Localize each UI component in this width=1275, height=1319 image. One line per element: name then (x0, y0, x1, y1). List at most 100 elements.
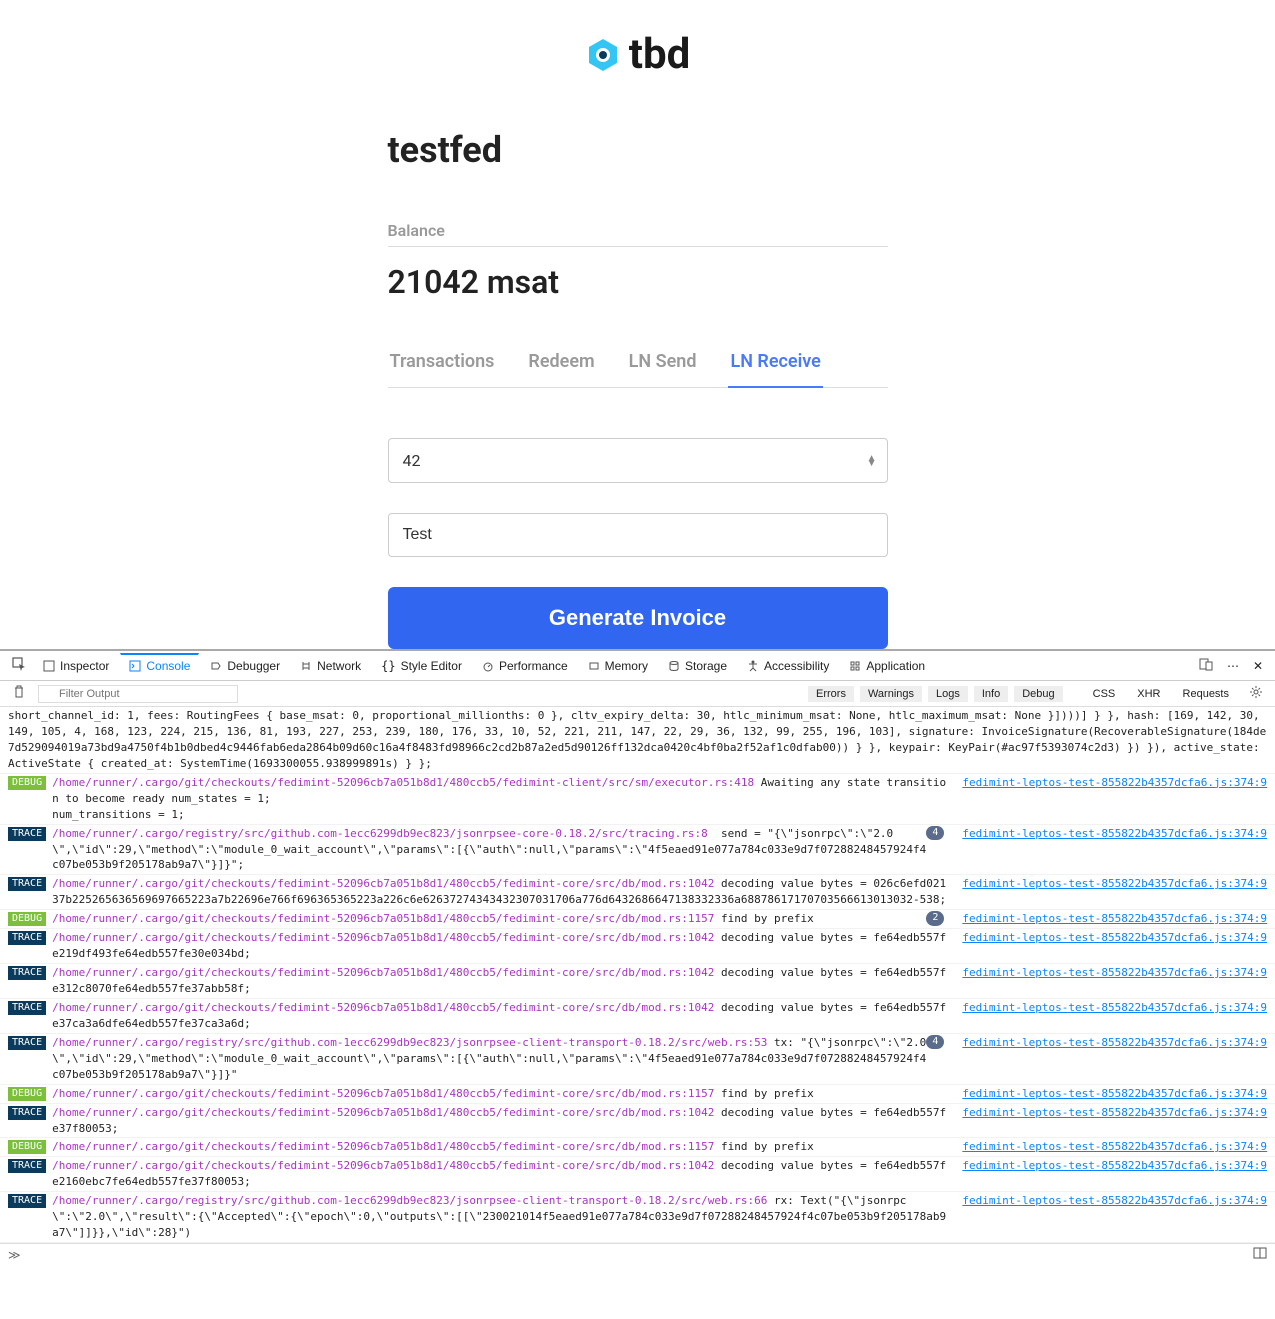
log-text: /home/runner/.cargo/git/checkouts/fedimi… (52, 1105, 952, 1137)
source-link[interactable]: fedimint-leptos-test-855822b4357dcfa6.js… (962, 1158, 1267, 1174)
console-message: TRACE/home/runner/.cargo/git/checkouts/f… (0, 999, 1275, 1034)
log-text: /home/runner/.cargo/git/checkouts/fedimi… (52, 876, 952, 908)
source-link[interactable]: fedimint-leptos-test-855822b4357dcfa6.js… (962, 876, 1267, 892)
source-link[interactable]: fedimint-leptos-test-855822b4357dcfa6.js… (962, 1105, 1267, 1121)
description-input[interactable] (388, 513, 888, 557)
number-spinner-icon[interactable]: ▲▼ (867, 456, 877, 466)
log-text: /home/runner/.cargo/git/checkouts/fedimi… (52, 965, 952, 997)
source-link[interactable]: fedimint-leptos-test-855822b4357dcfa6.js… (962, 1000, 1267, 1016)
console-drawer-toggle-icon[interactable]: ≫ (8, 1248, 21, 1262)
split-console-icon[interactable] (1253, 1246, 1267, 1263)
balance-label: Balance (388, 221, 888, 240)
log-text: /home/runner/.cargo/git/checkouts/fedimi… (52, 911, 814, 927)
filter-xhr[interactable]: XHR (1129, 686, 1168, 702)
balance-value: 21042 msat (388, 263, 888, 301)
devtools-toolbar: Inspector Console Debugger Network {} St… (0, 651, 1275, 681)
pick-element-icon[interactable] (6, 653, 32, 678)
filter-debug[interactable]: Debug (1014, 686, 1062, 702)
devtools-footer: ≫ (0, 1243, 1275, 1265)
log-text: /home/runner/.cargo/registry/src/github.… (52, 826, 926, 874)
log-text: /home/runner/.cargo/registry/src/github.… (52, 1035, 926, 1083)
tab-redeem[interactable]: Redeem (526, 351, 596, 388)
app-logo: tbd (0, 30, 1275, 79)
divider (388, 246, 888, 247)
generate-invoice-button[interactable]: Generate Invoice (388, 587, 888, 649)
log-level-badge: TRACE (8, 1159, 46, 1173)
devtools-tab-memory[interactable]: Memory (579, 654, 657, 678)
log-level-badge: TRACE (8, 827, 46, 841)
devtools-tab-debugger[interactable]: Debugger (201, 654, 289, 678)
devtools-tab-accessibility[interactable]: Accessibility (738, 654, 838, 678)
tab-ln-send[interactable]: LN Send (627, 351, 699, 388)
console-message: TRACE/home/runner/.cargo/registry/src/gi… (0, 1192, 1275, 1243)
source-link[interactable]: fedimint-leptos-test-855822b4357dcfa6.js… (962, 1035, 1267, 1051)
devtools-tab-style-editor[interactable]: {} Style Editor (372, 654, 471, 678)
log-level-badge: TRACE (8, 1001, 46, 1015)
devtools-tab-performance[interactable]: Performance (473, 654, 577, 678)
source-link[interactable]: fedimint-leptos-test-855822b4357dcfa6.js… (962, 930, 1267, 946)
console-message: DEBUG/home/runner/.cargo/git/checkouts/f… (0, 774, 1275, 825)
devtools-tab-console[interactable]: Console (120, 653, 199, 678)
log-level-badge: TRACE (8, 1194, 46, 1208)
log-level-badge: DEBUG (8, 1140, 46, 1154)
close-devtools-icon[interactable]: ✕ (1247, 655, 1269, 677)
log-level-badge: TRACE (8, 877, 46, 891)
devtools-tab-network[interactable]: Network (291, 654, 370, 678)
log-level-badge: DEBUG (8, 912, 46, 926)
log-text: /home/runner/.cargo/git/checkouts/fedimi… (52, 775, 952, 823)
log-level-badge: DEBUG (8, 776, 46, 790)
log-level-badge: TRACE (8, 1036, 46, 1050)
log-level-badge: TRACE (8, 931, 46, 945)
source-link[interactable]: fedimint-leptos-test-855822b4357dcfa6.js… (962, 1193, 1267, 1209)
repeat-count-badge: 4 (926, 826, 944, 841)
log-level-badge: TRACE (8, 966, 46, 980)
tab-transactions[interactable]: Transactions (388, 351, 497, 388)
log-level-badge: TRACE (8, 1106, 46, 1120)
console-message: TRACE/home/runner/.cargo/git/checkouts/f… (0, 1104, 1275, 1139)
console-message: TRACE/home/runner/.cargo/registry/src/gi… (0, 825, 1275, 876)
filter-css[interactable]: CSS (1085, 686, 1124, 702)
devtools-tab-application[interactable]: Application (840, 654, 934, 678)
console-settings-icon[interactable] (1243, 681, 1269, 706)
source-link[interactable]: fedimint-leptos-test-855822b4357dcfa6.js… (962, 826, 1267, 842)
repeat-count-badge: 4 (926, 1035, 944, 1050)
console-message: TRACE/home/runner/.cargo/git/checkouts/f… (0, 875, 1275, 910)
console-filterbar: ⧩ Errors Warnings Logs Info Debug CSS XH… (0, 681, 1275, 707)
filter-errors[interactable]: Errors (808, 686, 854, 702)
source-link[interactable]: fedimint-leptos-test-855822b4357dcfa6.js… (962, 965, 1267, 981)
source-link[interactable]: fedimint-leptos-test-855822b4357dcfa6.js… (962, 911, 1267, 927)
console-message: TRACE/home/runner/.cargo/git/checkouts/f… (0, 929, 1275, 964)
console-filter-input[interactable] (38, 685, 238, 703)
tbd-logo-icon (585, 37, 621, 73)
console-message: short_channel_id: 1, fees: RoutingFees {… (0, 707, 1275, 774)
filter-info[interactable]: Info (974, 686, 1008, 702)
console-message: DEBUG/home/runner/.cargo/git/checkouts/f… (0, 910, 1275, 929)
log-text: /home/runner/.cargo/git/checkouts/fedimi… (52, 1158, 952, 1190)
source-link[interactable]: fedimint-leptos-test-855822b4357dcfa6.js… (962, 775, 1267, 791)
amount-value: 42 (403, 451, 421, 470)
filter-warnings[interactable]: Warnings (860, 686, 922, 702)
clear-console-icon[interactable] (6, 683, 32, 704)
log-text: /home/runner/.cargo/git/checkouts/fedimi… (52, 1139, 814, 1155)
source-link[interactable]: fedimint-leptos-test-855822b4357dcfa6.js… (962, 1086, 1267, 1102)
responsive-mode-icon[interactable] (1193, 653, 1219, 678)
devtools-panel: Inspector Console Debugger Network {} St… (0, 649, 1275, 1265)
console-message: DEBUG/home/runner/.cargo/git/checkouts/f… (0, 1085, 1275, 1104)
tab-ln-receive[interactable]: LN Receive (728, 351, 822, 388)
page-title: testfed (388, 129, 888, 171)
filter-logs[interactable]: Logs (928, 686, 968, 702)
console-message: TRACE/home/runner/.cargo/git/checkouts/f… (0, 964, 1275, 999)
amount-input[interactable]: 42 ▲▼ (388, 438, 888, 483)
source-link[interactable]: fedimint-leptos-test-855822b4357dcfa6.js… (962, 1139, 1267, 1155)
log-text: /home/runner/.cargo/git/checkouts/fedimi… (52, 1086, 814, 1102)
log-text: /home/runner/.cargo/registry/src/github.… (52, 1193, 952, 1241)
tab-bar: Transactions Redeem LN Send LN Receive (388, 351, 888, 388)
console-message: DEBUG/home/runner/.cargo/git/checkouts/f… (0, 1138, 1275, 1157)
logo-text: tbd (629, 30, 690, 79)
devtools-tab-storage[interactable]: Storage (659, 654, 736, 678)
log-text: /home/runner/.cargo/git/checkouts/fedimi… (52, 930, 952, 962)
filter-requests[interactable]: Requests (1175, 686, 1237, 702)
devtools-tab-inspector[interactable]: Inspector (34, 654, 118, 678)
kebab-menu-icon[interactable]: ⋯ (1221, 655, 1245, 677)
log-text: short_channel_id: 1, fees: RoutingFees {… (8, 708, 1267, 772)
